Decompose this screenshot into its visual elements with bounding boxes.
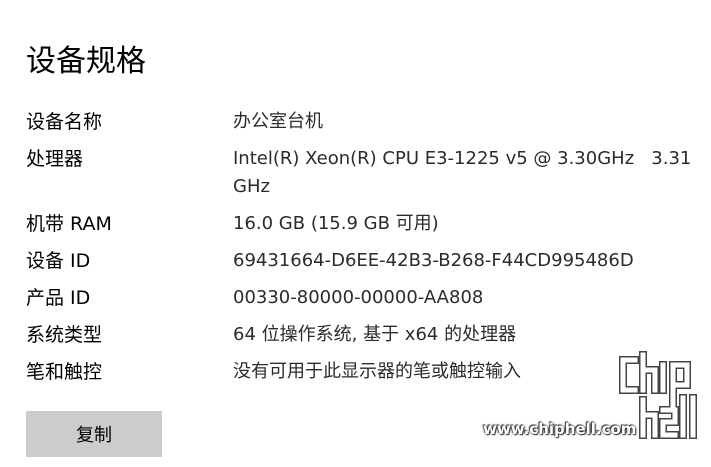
- spec-row-system-type: 系统类型 64 位操作系统, 基于 x64 的处理器: [26, 321, 706, 349]
- spec-label: 处理器: [26, 148, 84, 170]
- spec-value: 64 位操作系统, 基于 x64 的处理器: [233, 324, 517, 345]
- spec-row-device-id: 设备 ID 69431664-D6EE-42B3-B268-F44CD99548…: [26, 247, 706, 275]
- spec-value: 办公室台机: [233, 111, 323, 132]
- spec-label: 设备名称: [26, 111, 103, 133]
- page-title: 设备规格: [26, 44, 146, 79]
- copy-button[interactable]: 复制: [26, 411, 162, 457]
- spec-value: Intel(R) Xeon(R) CPU E3-1225 v5 @ 3.30GH…: [233, 148, 698, 197]
- spec-row-ram: 机带 RAM 16.0 GB (15.9 GB 可用): [26, 210, 706, 238]
- spec-label: 设备 ID: [26, 250, 91, 272]
- spec-label: 产品 ID: [26, 287, 91, 309]
- spec-row-device-name: 设备名称 办公室台机: [26, 108, 706, 136]
- spec-value: 00330-80000-00000-AA808: [233, 287, 484, 308]
- watermark: www.chiphell.com: [483, 350, 703, 460]
- spec-row-product-id: 产品 ID 00330-80000-00000-AA808: [26, 284, 706, 312]
- spec-value: 69431664-D6EE-42B3-B268-F44CD995486D: [233, 250, 634, 271]
- spec-value: 16.0 GB (15.9 GB 可用): [233, 213, 439, 234]
- spec-row-processor: 处理器 Intel(R) Xeon(R) CPU E3-1225 v5 @ 3.…: [26, 145, 706, 201]
- spec-label: 机带 RAM: [26, 213, 112, 235]
- watermark-url: www.chiphell.com: [483, 420, 637, 438]
- spec-label: 系统类型: [26, 324, 103, 346]
- spec-label: 笔和触控: [26, 361, 103, 383]
